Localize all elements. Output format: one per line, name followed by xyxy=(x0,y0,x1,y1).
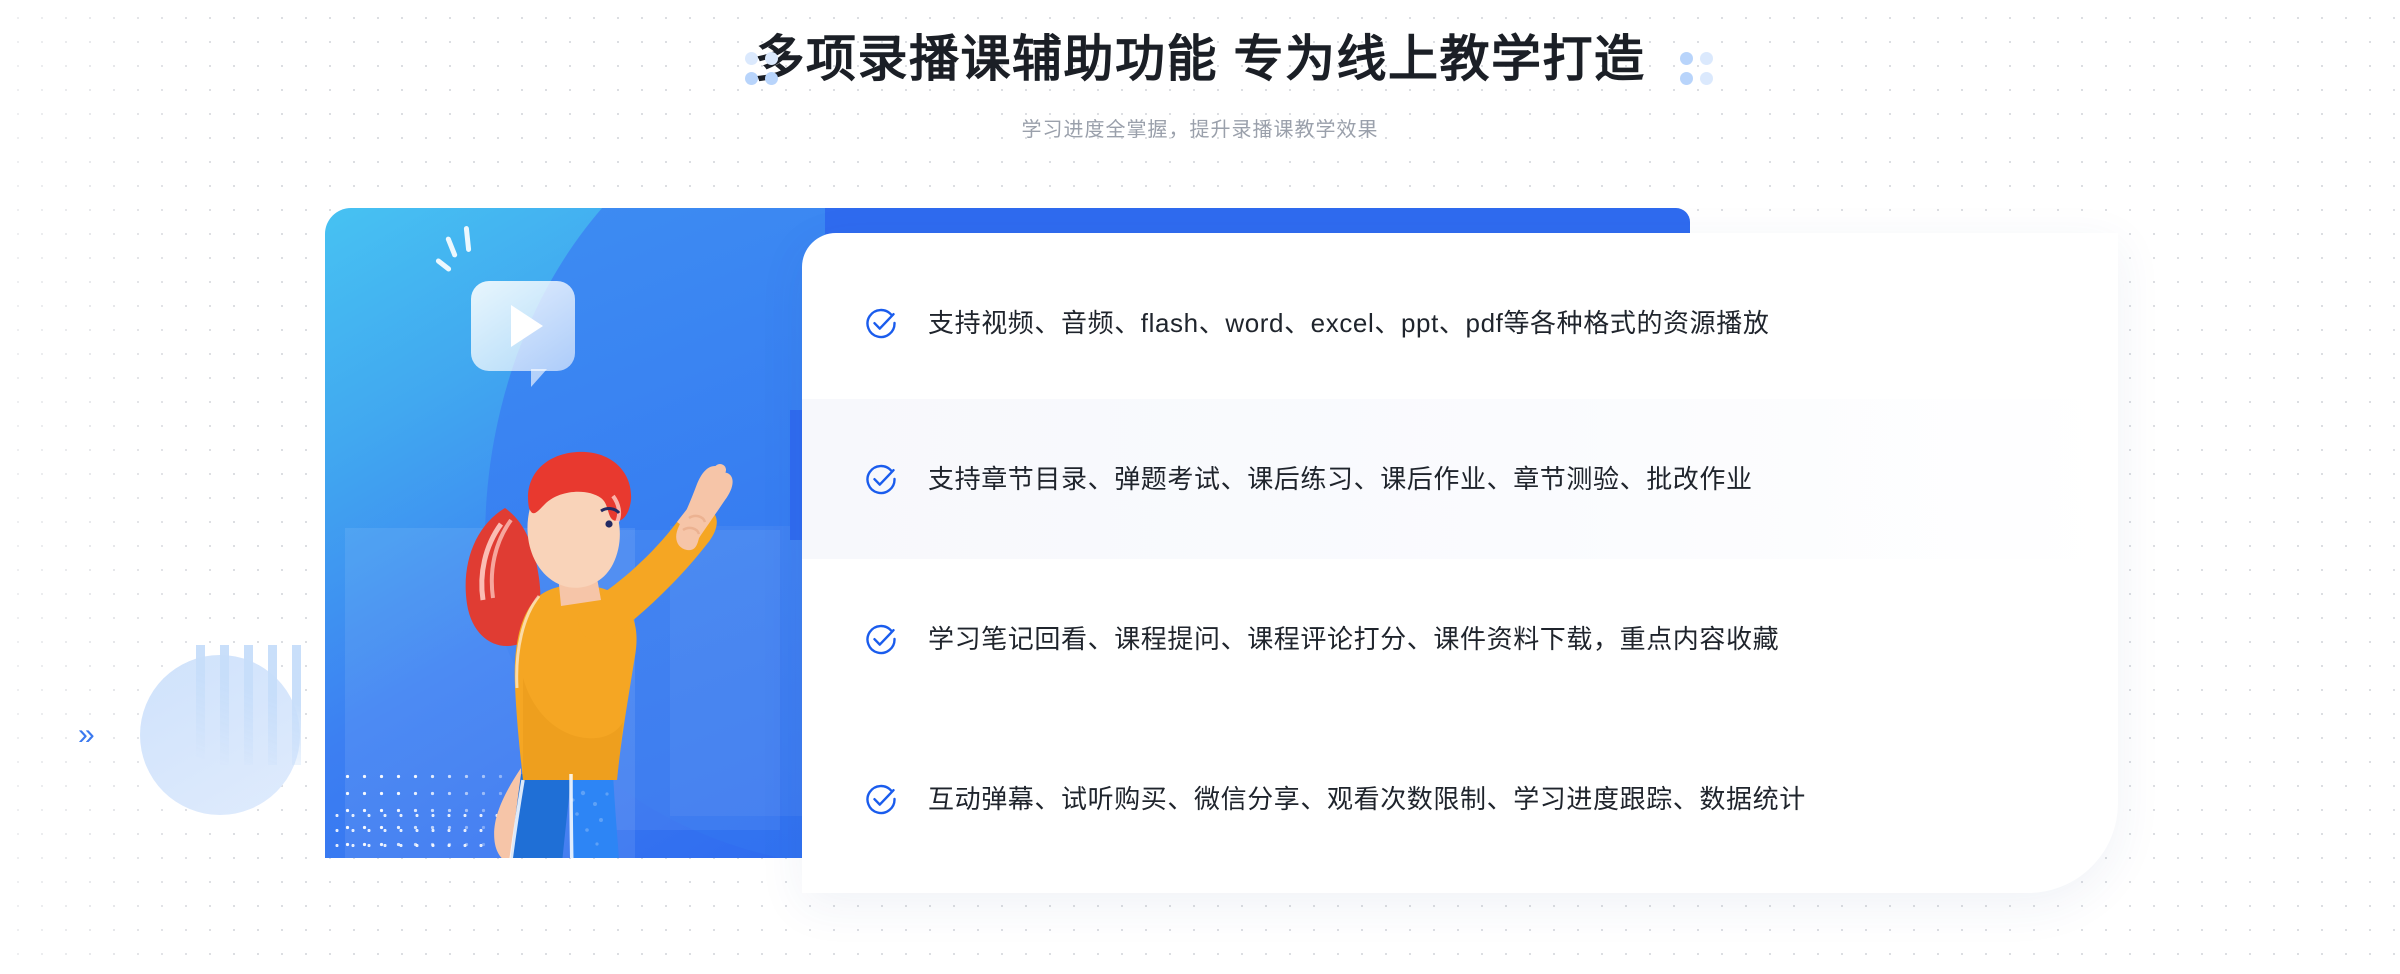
decorative-dots-left xyxy=(745,52,778,85)
dot xyxy=(1680,52,1693,65)
feature-text: 学习笔记回看、课程提问、课程评论打分、课件资料下载，重点内容收藏 xyxy=(928,624,1780,654)
dot xyxy=(1700,72,1713,85)
dot xyxy=(745,52,758,65)
feature-text: 支持章节目录、弹题考试、课后练习、课后作业、章节测验、批改作业 xyxy=(928,464,1753,494)
feature-row[interactable]: 互动弹幕、试听购买、微信分享、观看次数限制、学习进度跟踪、数据统计 xyxy=(802,719,2118,879)
header: 多项录播课辅助功能 专为线上教学打造 学习进度全掌握，提升录播课教学效果 xyxy=(0,0,2400,160)
character-illustration xyxy=(465,451,733,858)
feature-text: 支持视频、音频、flash、word、excel、ppt、pdf等各种格式的资源… xyxy=(928,308,1770,338)
check-circle-icon xyxy=(866,624,896,655)
dot xyxy=(745,72,758,85)
character-leg-front xyxy=(570,774,619,858)
character-fingertip xyxy=(714,464,726,476)
check-circle-icon xyxy=(866,784,896,815)
feature-card: 支持视频、音频、flash、word、excel、ppt、pdf等各种格式的资源… xyxy=(802,233,2118,893)
decorative-dots-right xyxy=(1680,52,1713,85)
feature-row[interactable]: 支持视频、音频、flash、word、excel、ppt、pdf等各种格式的资源… xyxy=(802,243,2118,403)
character-eye xyxy=(605,520,613,528)
page-subtitle: 学习进度全掌握，提升录播课教学效果 xyxy=(1021,119,1379,141)
illustration-panel: « xyxy=(325,208,825,858)
dot xyxy=(765,72,778,85)
chevron-right-icon: » xyxy=(78,718,95,751)
dot xyxy=(1700,52,1713,65)
dot xyxy=(1680,72,1693,85)
check-circle-icon xyxy=(866,464,896,495)
feature-text: 互动弹幕、试听购买、微信分享、观看次数限制、学习进度跟踪、数据统计 xyxy=(928,784,1806,814)
feature-row[interactable]: 支持章节目录、弹题考试、课后练习、课后作业、章节测验、批改作业 xyxy=(802,399,2118,559)
dot xyxy=(765,52,778,65)
page-title: 多项录播课辅助功能 专为线上教学打造 xyxy=(754,31,1646,87)
feature-row[interactable]: 学习笔记回看、课程提问、课程评论打分、课件资料下载，重点内容收藏 xyxy=(802,559,2118,719)
decorative-stripes xyxy=(196,645,312,765)
check-circle-icon xyxy=(866,308,896,339)
